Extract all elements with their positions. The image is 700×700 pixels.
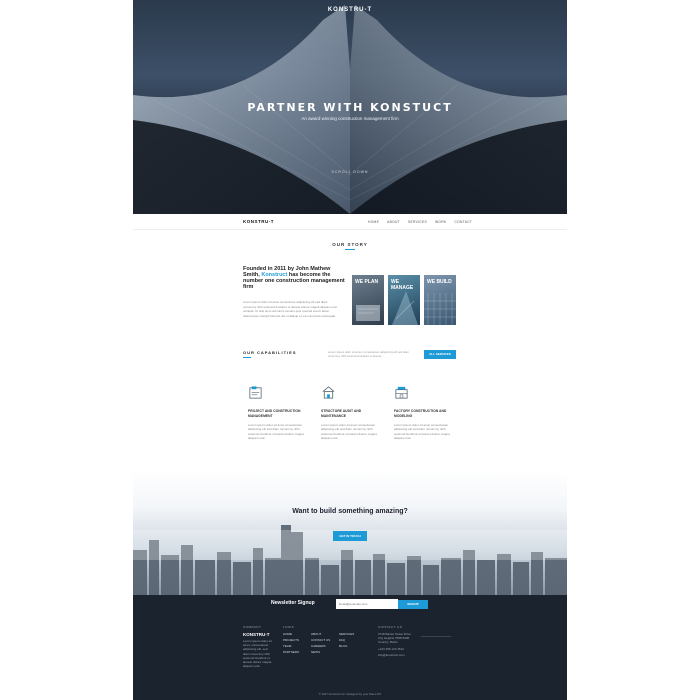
card-desc-factory-construction: Lorem ipsum dolor sit amet consectetuer … xyxy=(394,423,450,441)
scroll-down-link[interactable]: SCROLL DOWN xyxy=(133,170,567,174)
footer-links-heading: LINKS xyxy=(283,625,295,629)
footer-company-text: Lorem ipsum dolor sit amet, consectetuer… xyxy=(243,639,272,669)
blueprint-icon xyxy=(249,386,262,399)
main-nav: KONSTRU-T HOME ABOUT SERVICES WORK CONTA… xyxy=(133,214,567,230)
footer-map-placeholder xyxy=(421,633,451,637)
capabilities-text: Lorem ipsum dolor sit amet, consectetuer… xyxy=(328,350,409,358)
footer-contact-address: 3718 Baxter Street Drive City Heights 76… xyxy=(378,632,411,645)
newsletter-signup-button[interactable]: SIGNUP xyxy=(398,600,428,609)
card-desc-structure-audit: Lorem ipsum dolor sit amet consectetuer … xyxy=(321,423,377,441)
hero-subtitle: An award winning construction management… xyxy=(301,116,399,121)
footer-link-contact-us[interactable]: CONTACT US xyxy=(311,638,330,642)
newsletter-email-input[interactable] xyxy=(336,599,398,609)
page: KONSTRU-T PARTNER WITH KONSTUCT An award… xyxy=(133,0,567,700)
footer-link-partners[interactable]: PARTNERS xyxy=(283,650,299,654)
nav-link-about[interactable]: ABOUT xyxy=(387,220,400,224)
tile-label-plan: WE PLAN xyxy=(355,279,379,285)
cta-heading: Want to build something amazing? xyxy=(292,508,408,515)
capabilities-underline xyxy=(243,357,251,358)
footer-link-about[interactable]: ABOUT xyxy=(311,632,321,636)
nav-links: HOME ABOUT SERVICES WORK CONTACT xyxy=(368,220,472,224)
card-desc-project-management: Lorem ipsum dolor sit amet consectetuer … xyxy=(248,423,304,441)
nav-logo[interactable]: KONSTRU-T xyxy=(243,219,274,224)
footer-link-blog[interactable]: BLOG xyxy=(339,644,347,648)
nav-link-home[interactable]: HOME xyxy=(368,220,379,224)
hero-title: PARTNER WITH KONSTUCT xyxy=(247,101,453,114)
get-in-touch-button[interactable]: GET IN TOUCH xyxy=(333,531,367,541)
story-heading: Founded in 2011 by John Mathew Smith, Ko… xyxy=(243,266,347,290)
footer: Newsletter Signup SIGNUP COMPANY KONSTRU… xyxy=(133,595,567,700)
card-title-factory-construction: FACTORY CONSTRUCTION AND MODELING xyxy=(394,409,447,418)
tile-we-build[interactable]: WE BUILD xyxy=(424,275,456,325)
footer-copyright: © 2017 Konstruct Inc. Designed by your N… xyxy=(318,692,382,696)
story-section-title: OUR STORY xyxy=(332,242,368,247)
building-icon xyxy=(322,386,335,399)
tile-label-manage: WE MANAGE xyxy=(391,279,414,291)
footer-link-news[interactable]: NEWS xyxy=(311,650,320,654)
card-title-project-management: PROJECT AND CONSTRUCTION MANAGEMENT xyxy=(248,409,301,418)
footer-link-projects[interactable]: PROJECTS xyxy=(283,638,299,642)
nav-link-contact[interactable]: CONTACT xyxy=(454,220,472,224)
tile-we-plan[interactable]: WE PLAN xyxy=(352,275,384,325)
nav-link-services[interactable]: SERVICES xyxy=(408,220,427,224)
hero-section: KONSTRU-T PARTNER WITH KONSTUCT An award… xyxy=(133,0,567,214)
tile-we-manage[interactable]: WE MANAGE xyxy=(388,275,420,325)
all-services-button[interactable]: ALL SERVICES xyxy=(424,350,456,359)
tile-label-build: WE BUILD xyxy=(427,279,452,285)
hero-logo[interactable]: KONSTRU-T xyxy=(133,7,567,13)
footer-link-services[interactable]: SERVICES xyxy=(339,632,354,636)
footer-link-team[interactable]: TEAM xyxy=(283,644,291,648)
footer-link-faq[interactable]: FAQ xyxy=(339,638,345,642)
factory-icon xyxy=(395,386,408,399)
capability-card-2[interactable]: STRUCTURE AUDIT AND MAINTENANCE Lorem ip… xyxy=(316,380,386,460)
newsletter-label: Newsletter Signup xyxy=(271,600,315,606)
card-title-structure-audit: STRUCTURE AUDIT AND MAINTENANCE xyxy=(321,409,362,418)
footer-company-heading: COMPANY xyxy=(243,625,262,629)
footer-contact-phone: +123 456 123 4512 xyxy=(378,647,404,651)
story-paragraph: Lorem ipsum dolor sit amet consectetur a… xyxy=(243,300,337,318)
capabilities-title: OUR CAPABILITIES xyxy=(243,350,297,355)
nav-link-work[interactable]: WORK xyxy=(435,220,446,224)
footer-contact-email[interactable]: info@konstruct.com xyxy=(378,653,418,657)
capability-card-3[interactable]: FACTORY CONSTRUCTION AND MODELING Lorem … xyxy=(389,380,459,460)
footer-contact-heading: CONTACT US xyxy=(378,625,403,629)
cta-section: Want to build something amazing? GET IN … xyxy=(133,470,567,595)
footer-logo[interactable]: KONSTRU-T xyxy=(243,632,270,637)
footer-link-careers[interactable]: CAREERS xyxy=(311,644,326,648)
footer-link-home[interactable]: HOME xyxy=(283,632,292,636)
story-title-underline xyxy=(345,249,355,250)
capability-card-1[interactable]: PROJECT AND CONSTRUCTION MANAGEMENT Lore… xyxy=(243,380,313,460)
